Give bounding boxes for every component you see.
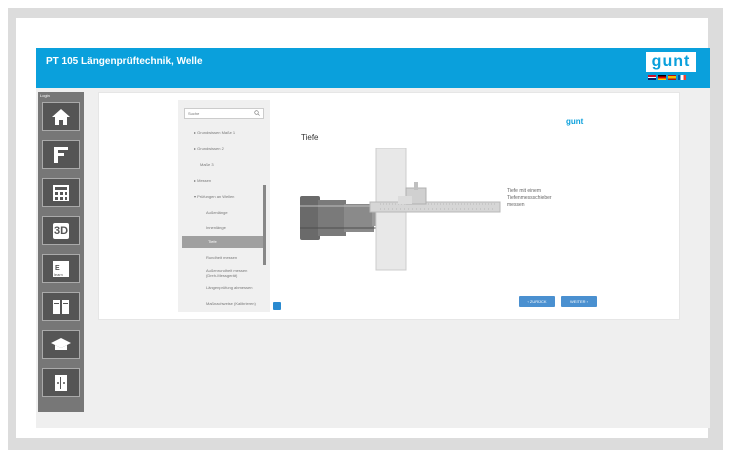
nav-item[interactable]: ▸ Grundwissen 2 xyxy=(194,146,224,151)
flag-de-icon[interactable] xyxy=(658,75,666,80)
sidebar-item-exit[interactable] xyxy=(42,368,80,397)
sidebar-item-elearn[interactable]: E learn xyxy=(42,254,80,283)
sidebar-item-calculator[interactable] xyxy=(42,178,80,207)
3d-label: 3D xyxy=(53,224,69,237)
login-label[interactable]: Login xyxy=(40,93,50,98)
nav-scrollbar[interactable] xyxy=(263,185,266,265)
flag-es-icon[interactable] xyxy=(668,75,676,80)
page-title: Tiefe xyxy=(301,133,319,142)
brand-logo: gunt xyxy=(646,52,696,84)
search-input[interactable]: Suche xyxy=(184,108,264,119)
nav-item[interactable]: Außenrundheit messen (Dreh-Messgerät) xyxy=(206,268,258,278)
nav-item[interactable]: Rundheit messen xyxy=(206,255,237,260)
search-icon[interactable] xyxy=(254,110,260,116)
nav-item[interactable]: Maßnachweise (Kalibrieren) xyxy=(206,301,256,306)
svg-text:E: E xyxy=(55,265,60,272)
app-title: PT 105 Längenprüftechnik, Welle xyxy=(46,56,203,67)
nav-item[interactable]: Innenlänge xyxy=(206,225,226,230)
search-placeholder: Suche xyxy=(188,111,200,116)
caption-line: messen xyxy=(507,202,525,208)
svg-text:learn: learn xyxy=(54,272,63,277)
exit-icon xyxy=(55,374,67,391)
nav-item-selected-label: Tiefe xyxy=(208,239,217,244)
home-icon xyxy=(52,108,70,125)
nav-item[interactable]: ▾ Prüfungen an Wellen xyxy=(194,194,234,199)
document-icon xyxy=(53,299,69,314)
back-button[interactable]: ‹ ZURÜCK xyxy=(519,296,555,307)
nav-item[interactable]: ▸ Messen xyxy=(194,178,211,183)
nav-item[interactable]: Maße 3 xyxy=(200,162,214,167)
sidebar-item-3d[interactable]: 3D xyxy=(42,216,80,245)
sidebar-item-teacher[interactable] xyxy=(42,330,80,359)
elearning-icon: E learn xyxy=(53,260,69,277)
nav-item[interactable]: Längenprüfung abmessen xyxy=(206,285,252,290)
next-button[interactable]: WEITER › xyxy=(561,296,597,307)
content-logo: gunt xyxy=(566,117,584,126)
sidebar-item-documents[interactable] xyxy=(42,292,80,321)
caption-line: Tiefe mit einem xyxy=(507,188,541,194)
app-header: PT 105 Längenprüftechnik, Welle gunt xyxy=(36,48,710,88)
expand-icon[interactable] xyxy=(273,302,281,310)
nav-item[interactable]: ▸ Grundwissen Maße 1 xyxy=(194,130,235,135)
sidebar-item-caliper[interactable] xyxy=(42,140,80,169)
calculator-icon xyxy=(53,184,69,201)
language-flags xyxy=(648,75,686,80)
caliper-icon xyxy=(54,146,68,163)
sidebar-item-home[interactable] xyxy=(42,102,80,131)
nav-item-selected[interactable] xyxy=(182,236,266,248)
flag-fr-icon[interactable] xyxy=(678,75,686,80)
depth-gauge-illustration xyxy=(300,148,501,271)
sidebar: Login 3D E learn xyxy=(38,92,84,412)
caption: Tiefe mit einem Tiefenmessschieber messe… xyxy=(507,188,587,209)
logo-text: gunt xyxy=(646,52,696,72)
graduation-cap-icon xyxy=(51,337,71,350)
flag-en-icon[interactable] xyxy=(648,75,656,80)
caption-line: Tiefenmessschieber xyxy=(507,195,552,201)
nav-item[interactable]: Außenlänge xyxy=(206,210,228,215)
